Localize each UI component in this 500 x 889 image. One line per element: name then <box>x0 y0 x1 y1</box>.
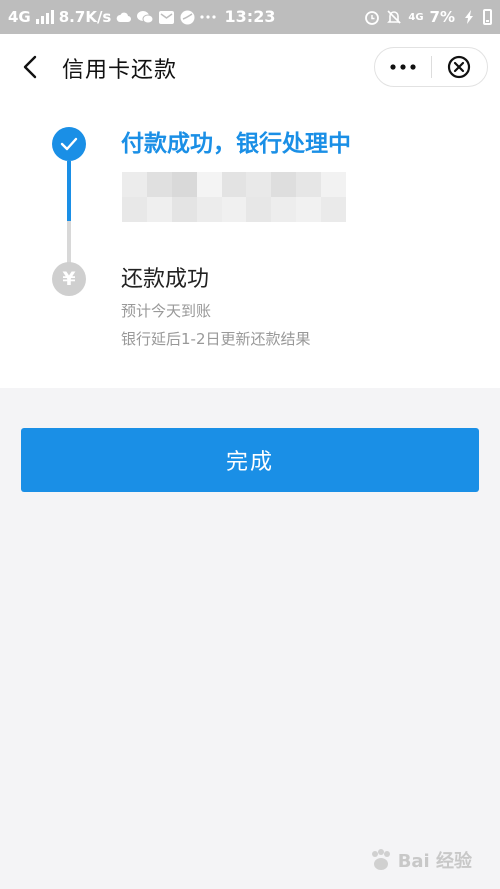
back-button[interactable] <box>14 51 46 83</box>
status-bar: 4G 8.7K/s 13:23 4G 7% <box>0 0 500 34</box>
step-2-estimate: 预计今天到账 <box>121 302 212 320</box>
step-2-title: 还款成功 <box>121 267 210 292</box>
watermark-text: Bai 经验 <box>397 851 472 872</box>
battery-icon <box>483 9 492 25</box>
page-title: 信用卡还款 <box>62 58 178 83</box>
checkmark-icon <box>60 137 78 151</box>
mute-icon <box>386 9 402 25</box>
paw-logo-icon <box>371 849 390 870</box>
progress-line-active <box>67 161 71 221</box>
done-button[interactable]: 完成 <box>21 428 479 492</box>
more-dots-icon <box>390 64 416 70</box>
baidu-jingyan-watermark: Bai 经验 <box>368 845 472 875</box>
more-button[interactable] <box>375 48 431 86</box>
alarm-icon <box>364 9 380 25</box>
blurred-details <box>122 172 346 222</box>
status-right: 4G 7% <box>364 0 492 34</box>
step-2-note: 银行延后1-2日更新还款结果 <box>121 330 311 348</box>
back-chevron-icon <box>23 55 37 79</box>
charging-icon <box>461 9 477 25</box>
repayment-progress-card: ¥ 付款成功，银行处理中 还款成功 预计今天到账 银行延后1-2日更新还款结果 <box>0 100 500 388</box>
nav-bar: 信用卡还款 <box>0 34 500 100</box>
step-done-indicator <box>52 127 86 161</box>
step-1-title: 付款成功，银行处理中 <box>121 131 351 157</box>
battery-percent: 7% <box>429 8 455 26</box>
yuan-icon: ¥ <box>52 262 86 296</box>
progress-line-pending <box>67 221 71 263</box>
network-type-right: 4G <box>408 11 424 23</box>
mini-program-capsule <box>374 47 488 87</box>
close-circle-icon <box>448 55 471 79</box>
close-button[interactable] <box>431 48 487 86</box>
